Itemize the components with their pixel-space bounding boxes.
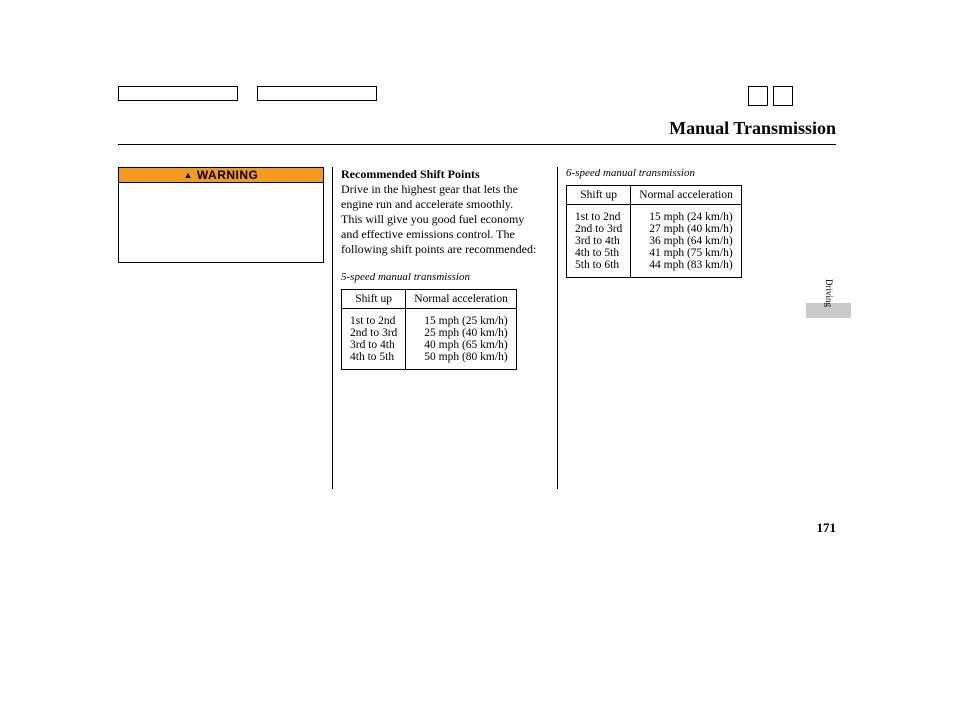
warning-triangle-icon: ▲ bbox=[184, 170, 193, 180]
table-cell: 2nd to 3rd bbox=[342, 327, 406, 339]
table-cell: 4th to 5th bbox=[567, 247, 631, 259]
table-header-row: Shift up Normal acceleration bbox=[567, 186, 742, 205]
table-cell: 41 mph (75 km/h) bbox=[631, 247, 742, 259]
column-separator bbox=[557, 167, 558, 489]
table-cell: 15 mph (25 km/h) bbox=[406, 309, 517, 328]
table-cell: 5th to 6th bbox=[567, 259, 631, 278]
table-cell: 15 mph (24 km/h) bbox=[631, 205, 742, 224]
warning-label: WARNING bbox=[197, 168, 259, 182]
table-row: 3rd to 4th 36 mph (64 km/h) bbox=[567, 235, 742, 247]
body-paragraph: Drive in the highest gear that lets the … bbox=[341, 182, 537, 257]
table-cell: 1st to 2nd bbox=[342, 309, 406, 328]
table-cell: 50 mph (80 km/h) bbox=[406, 351, 517, 370]
shift-table-6speed: Shift up Normal acceleration 1st to 2nd … bbox=[566, 185, 742, 278]
table-cell: 25 mph (40 km/h) bbox=[406, 327, 517, 339]
table-row: 3rd to 4th 40 mph (65 km/h) bbox=[342, 339, 517, 351]
warning-header: ▲ WARNING bbox=[118, 167, 324, 183]
table-cell: 44 mph (83 km/h) bbox=[631, 259, 742, 278]
crop-mark bbox=[773, 86, 793, 106]
page: Manual Transmission ▲ WARNING Recommende… bbox=[0, 0, 954, 710]
table-cell: 27 mph (40 km/h) bbox=[631, 223, 742, 235]
column-2: Recommended Shift Points Drive in the hi… bbox=[341, 167, 537, 370]
horizontal-rule bbox=[118, 144, 836, 145]
table-cell: 1st to 2nd bbox=[567, 205, 631, 224]
table-cell: 3rd to 4th bbox=[567, 235, 631, 247]
crop-mark bbox=[118, 86, 238, 101]
table-cell: 36 mph (64 km/h) bbox=[631, 235, 742, 247]
column-3: 6-speed manual transmission Shift up Nor… bbox=[566, 167, 786, 278]
table-header-cell: Normal acceleration bbox=[406, 290, 517, 309]
table-header-cell: Shift up bbox=[567, 186, 631, 205]
crop-mark bbox=[257, 86, 377, 101]
shift-table-5speed: Shift up Normal acceleration 1st to 2nd … bbox=[341, 289, 517, 370]
table-caption: 6-speed manual transmission bbox=[566, 167, 786, 179]
table-header-cell: Shift up bbox=[342, 290, 406, 309]
warning-body bbox=[118, 182, 324, 263]
table-cell: 3rd to 4th bbox=[342, 339, 406, 351]
table-cell: 2nd to 3rd bbox=[567, 223, 631, 235]
table-cell: 40 mph (65 km/h) bbox=[406, 339, 517, 351]
table-row: 1st to 2nd 15 mph (24 km/h) bbox=[567, 205, 742, 224]
table-row: 4th to 5th 50 mph (80 km/h) bbox=[342, 351, 517, 370]
section-tab-label: Driving bbox=[824, 279, 834, 307]
table-header-cell: Normal acceleration bbox=[631, 186, 742, 205]
table-row: 5th to 6th 44 mph (83 km/h) bbox=[567, 259, 742, 278]
table-caption: 5-speed manual transmission bbox=[341, 271, 537, 283]
table-header-row: Shift up Normal acceleration bbox=[342, 290, 517, 309]
column-separator bbox=[332, 167, 333, 489]
table-row: 4th to 5th 41 mph (75 km/h) bbox=[567, 247, 742, 259]
table-cell: 4th to 5th bbox=[342, 351, 406, 370]
page-title: Manual Transmission bbox=[669, 118, 836, 139]
crop-mark bbox=[748, 86, 768, 106]
page-number: 171 bbox=[817, 520, 837, 536]
subheading: Recommended Shift Points bbox=[341, 167, 537, 182]
table-row: 2nd to 3rd 27 mph (40 km/h) bbox=[567, 223, 742, 235]
table-row: 1st to 2nd 15 mph (25 km/h) bbox=[342, 309, 517, 328]
table-row: 2nd to 3rd 25 mph (40 km/h) bbox=[342, 327, 517, 339]
